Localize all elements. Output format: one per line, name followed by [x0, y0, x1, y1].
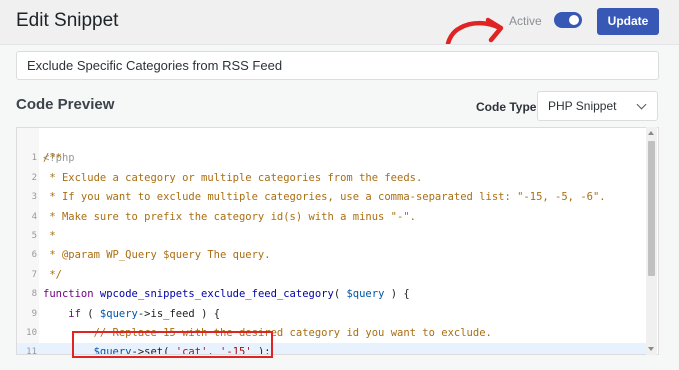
scrollbar-thumb[interactable] [648, 141, 655, 276]
code-line: 8 function wpcode_snippets_exclude_feed_c… [17, 285, 646, 304]
line-text: * If you want to exclude multiple catego… [43, 188, 606, 207]
code-line: 4 * Make sure to prefix the category id(… [17, 208, 646, 227]
line-number: 4 [31, 211, 37, 222]
code-token: ( [80, 307, 100, 320]
code-preview-title: Code Preview [16, 96, 115, 113]
code-line: 5 * [17, 227, 646, 246]
code-token: if [68, 307, 81, 320]
code-token: */ [43, 268, 62, 281]
header-bar: Edit Snippet Active Update [0, 0, 679, 75]
line-number: 6 [31, 250, 37, 261]
chevron-down-icon [636, 99, 647, 110]
line-text: function wpcode_snippets_exclude_feed_ca… [43, 285, 410, 304]
toggle-knob [569, 15, 579, 25]
code-line: 1 /** [17, 149, 646, 168]
code-token: $query [99, 307, 138, 320]
code-token: ( [333, 288, 347, 301]
code-line: <?php [17, 130, 646, 164]
code-token: * @param WP_Query $query The query. [43, 249, 271, 262]
editor-scrollbar[interactable] [646, 127, 657, 355]
line-number: 2 [31, 172, 37, 183]
line-text: * Make sure to prefix the category id(s)… [43, 208, 416, 227]
line-number: 8 [31, 289, 37, 300]
update-button[interactable]: Update [597, 8, 659, 35]
line-number: 7 [31, 269, 37, 280]
code-token: function [43, 288, 100, 301]
snippet-name-input[interactable]: Exclude Specific Categories from RSS Fee… [16, 51, 659, 80]
active-status-label: Active [509, 14, 542, 28]
line-number: 11 [26, 347, 37, 355]
code-line: 2 * Exclude a category or multiple categ… [17, 169, 646, 188]
code-token: /** [43, 152, 62, 165]
active-toggle[interactable] [554, 12, 582, 28]
code-line: 3 * If you want to exclude multiple cate… [17, 188, 646, 207]
page-title: Edit Snippet [16, 10, 119, 31]
code-token: wpcode_snippets_exclude_feed_category [99, 288, 334, 301]
code-token: * Make sure to prefix the category id(s)… [43, 210, 416, 223]
line-text: /** [43, 149, 62, 168]
code-token: $query [346, 288, 385, 301]
line-text: */ [43, 266, 62, 285]
code-type-value: PHP Snippet [548, 99, 617, 113]
code-token: * If you want to exclude multiple catego… [43, 191, 606, 204]
code-token: * [43, 229, 56, 242]
line-text: * Exclude a category or multiple categor… [43, 169, 422, 188]
code-token: ) { [384, 288, 410, 301]
line-number: 3 [31, 192, 37, 203]
code-type-label: Code Type [476, 100, 537, 114]
scroll-up-icon[interactable] [648, 131, 654, 135]
line-text: * @param WP_Query $query The query. [43, 246, 271, 265]
line-number: 5 [31, 230, 37, 241]
code-line: 7 */ [17, 266, 646, 285]
code-token: * Exclude a category or multiple categor… [43, 171, 423, 184]
scroll-down-icon[interactable] [648, 347, 654, 351]
line-number: 9 [31, 308, 37, 319]
code-editor[interactable]: <?php 1 /** 2 * Exclude a category or mult… [16, 127, 659, 355]
code-line: 9 if ( $query->is_feed ) { [17, 305, 646, 324]
code-line: 6 * @param WP_Query $query The query. [17, 246, 646, 265]
code-lines: <?php 1 /** 2 * Exclude a category or mult… [17, 130, 646, 355]
line-number: 10 [26, 327, 37, 338]
line-number: 1 [31, 153, 37, 164]
line-text: if ( $query->is_feed ) { [43, 305, 220, 324]
code-type-select[interactable]: PHP Snippet [537, 91, 658, 121]
highlight-box [72, 331, 273, 358]
line-text: * [43, 227, 56, 246]
code-token: ->is_feed ) { [137, 307, 221, 320]
